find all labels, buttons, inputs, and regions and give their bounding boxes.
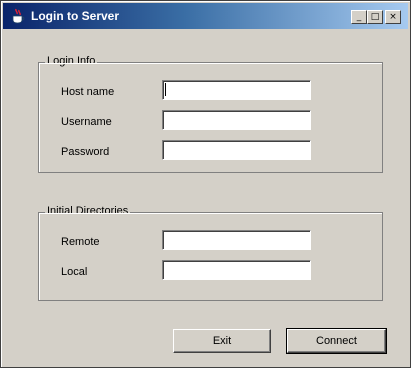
close-button[interactable]: × [385,10,401,24]
initial-directories-legend: Initial Directories [45,205,131,217]
text-caret [165,83,166,96]
login-dialog: Login to Server _ □ × Login Info Host na… [0,0,411,368]
minimize-button[interactable]: _ [351,10,367,24]
maximize-button[interactable]: □ [367,10,383,24]
login-info-legend: Login Info [45,55,98,67]
exit-button[interactable]: Exit [173,329,271,353]
password-field[interactable] [162,140,311,160]
remote-directory-field[interactable] [162,230,311,250]
local-directory-field[interactable] [162,260,311,280]
connect-button[interactable]: Connect [286,328,387,354]
window-title: Login to Server [31,9,120,23]
local-label: Local [61,266,88,278]
username-field[interactable] [162,110,311,130]
password-label: Password [61,146,110,158]
remote-label: Remote [61,236,100,248]
username-label: Username [61,116,112,128]
initial-directories-group: Initial Directories [38,205,383,301]
java-cup-icon [12,8,25,24]
title-bar[interactable]: Login to Server _ □ × [3,3,408,29]
host-name-label: Host name [61,86,115,98]
host-name-field[interactable] [162,80,311,100]
